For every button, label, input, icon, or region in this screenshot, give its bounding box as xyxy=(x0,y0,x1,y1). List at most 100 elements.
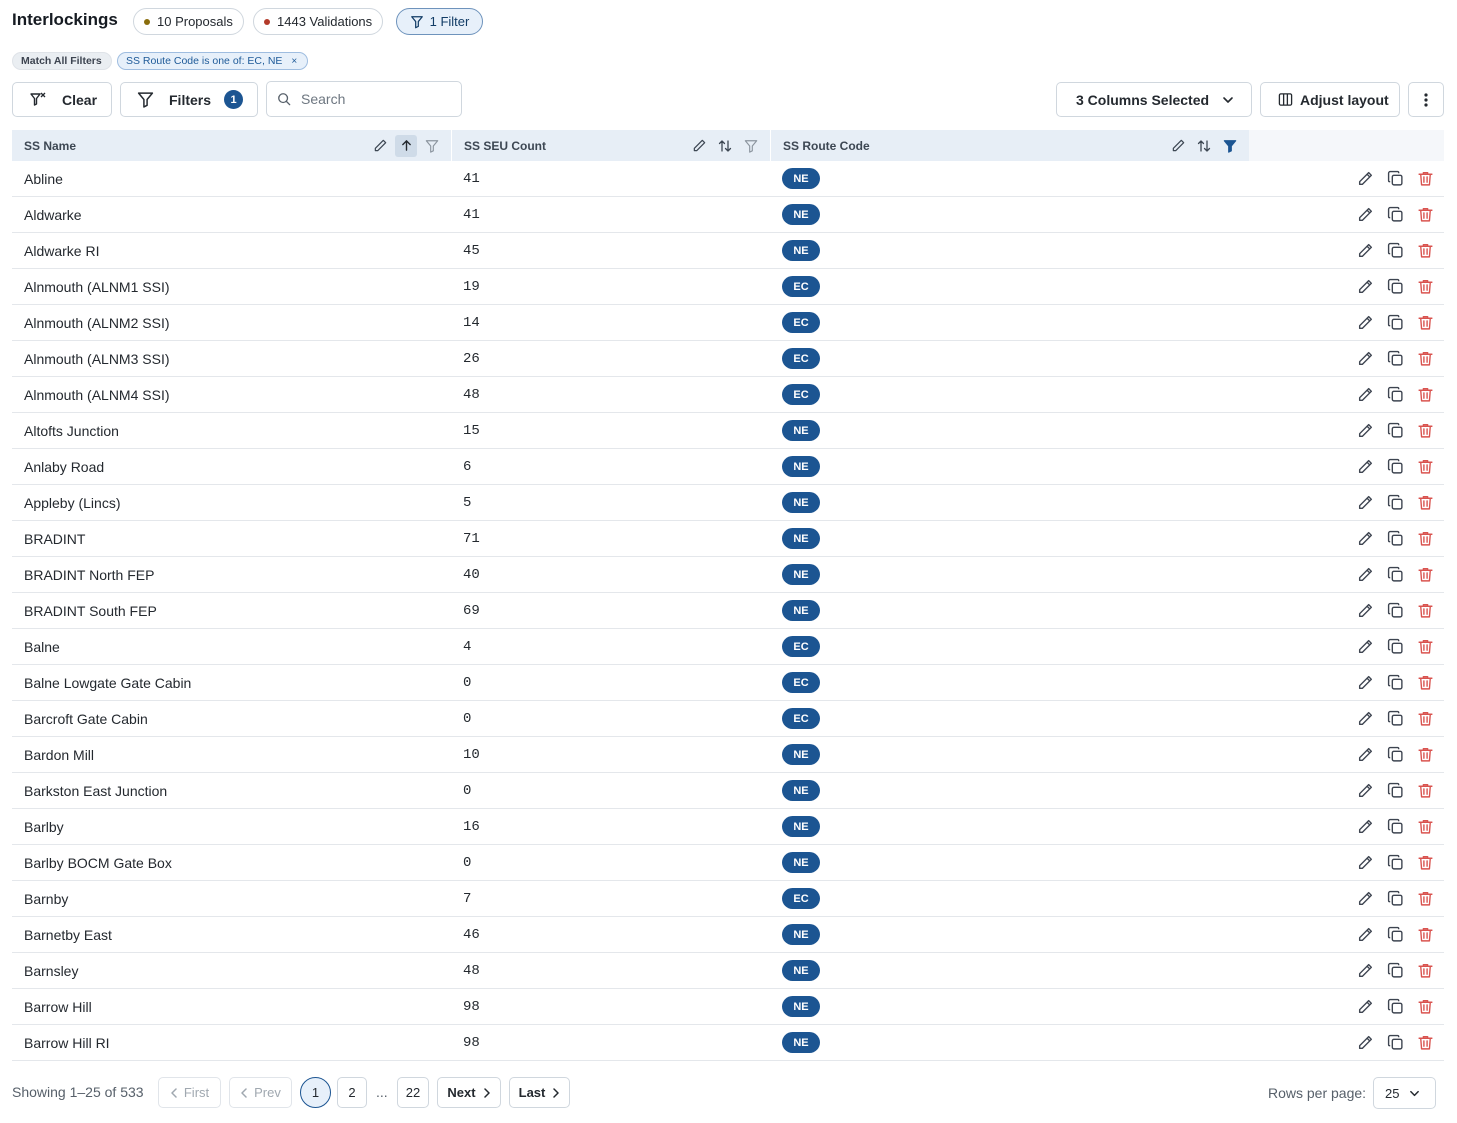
validations-chip[interactable]: 1443 Validations xyxy=(253,8,384,35)
column-header-ss-seu-count[interactable]: SS SEU Count xyxy=(452,130,770,161)
duplicate-row-icon[interactable] xyxy=(1386,350,1404,368)
clear-button[interactable]: Clear xyxy=(12,82,112,117)
duplicate-row-icon[interactable] xyxy=(1386,602,1404,620)
edit-row-icon[interactable] xyxy=(1356,962,1374,980)
table-row[interactable]: Barcroft Gate Cabin 0 EC xyxy=(12,701,1444,737)
delete-row-icon[interactable] xyxy=(1416,566,1434,584)
page-22-button[interactable]: 22 xyxy=(397,1077,429,1108)
table-row[interactable]: BRADINT North FEP 40 NE xyxy=(12,557,1444,593)
columns-select[interactable]: 3 Columns Selected xyxy=(1056,82,1252,117)
delete-row-icon[interactable] xyxy=(1416,602,1434,620)
delete-row-icon[interactable] xyxy=(1416,530,1434,548)
duplicate-row-icon[interactable] xyxy=(1386,854,1404,872)
rows-per-page-select[interactable]: 25 xyxy=(1373,1077,1436,1109)
sort-icon[interactable] xyxy=(714,135,736,157)
edit-row-icon[interactable] xyxy=(1356,926,1374,944)
next-page-button[interactable]: Next xyxy=(437,1077,501,1108)
table-row[interactable]: Appleby (Lincs) 5 NE xyxy=(12,485,1444,521)
match-all-filters-pill[interactable]: Match All Filters xyxy=(12,52,112,70)
table-row[interactable]: Alnmouth (ALNM4 SSI) 48 EC xyxy=(12,377,1444,413)
table-row[interactable]: Abline 41 NE xyxy=(12,161,1444,197)
duplicate-row-icon[interactable] xyxy=(1386,494,1404,512)
proposals-chip[interactable]: 10 Proposals xyxy=(133,8,244,35)
table-row[interactable]: Aldwarke 41 NE xyxy=(12,197,1444,233)
page-2-button[interactable]: 2 xyxy=(337,1077,367,1108)
duplicate-row-icon[interactable] xyxy=(1386,566,1404,584)
edit-row-icon[interactable] xyxy=(1356,170,1374,188)
column-filter-icon[interactable] xyxy=(421,135,443,157)
duplicate-row-icon[interactable] xyxy=(1386,1034,1404,1052)
edit-row-icon[interactable] xyxy=(1356,494,1374,512)
table-row[interactable]: Altofts Junction 15 NE xyxy=(12,413,1444,449)
table-row[interactable]: Anlaby Road 6 NE xyxy=(12,449,1444,485)
duplicate-row-icon[interactable] xyxy=(1386,818,1404,836)
edit-column-icon[interactable] xyxy=(369,135,391,157)
edit-row-icon[interactable] xyxy=(1356,1034,1374,1052)
duplicate-row-icon[interactable] xyxy=(1386,314,1404,332)
edit-row-icon[interactable] xyxy=(1356,530,1374,548)
table-row[interactable]: Balne Lowgate Gate Cabin 0 EC xyxy=(12,665,1444,701)
table-row[interactable]: Barnetby East 46 NE xyxy=(12,917,1444,953)
delete-row-icon[interactable] xyxy=(1416,890,1434,908)
edit-row-icon[interactable] xyxy=(1356,422,1374,440)
edit-row-icon[interactable] xyxy=(1356,782,1374,800)
duplicate-row-icon[interactable] xyxy=(1386,530,1404,548)
edit-row-icon[interactable] xyxy=(1356,314,1374,332)
edit-row-icon[interactable] xyxy=(1356,890,1374,908)
duplicate-row-icon[interactable] xyxy=(1386,746,1404,764)
duplicate-row-icon[interactable] xyxy=(1386,422,1404,440)
adjust-layout-button[interactable]: Adjust layout xyxy=(1260,82,1400,117)
table-row[interactable]: Alnmouth (ALNM3 SSI) 26 EC xyxy=(12,341,1444,377)
delete-row-icon[interactable] xyxy=(1416,638,1434,656)
table-row[interactable]: Alnmouth (ALNM2 SSI) 14 EC xyxy=(12,305,1444,341)
edit-row-icon[interactable] xyxy=(1356,746,1374,764)
table-row[interactable]: BRADINT 71 NE xyxy=(12,521,1444,557)
delete-row-icon[interactable] xyxy=(1416,710,1434,728)
table-row[interactable]: Barrow Hill 98 NE xyxy=(12,989,1444,1025)
table-row[interactable]: Bardon Mill 10 NE xyxy=(12,737,1444,773)
delete-row-icon[interactable] xyxy=(1416,206,1434,224)
duplicate-row-icon[interactable] xyxy=(1386,458,1404,476)
duplicate-row-icon[interactable] xyxy=(1386,386,1404,404)
duplicate-row-icon[interactable] xyxy=(1386,170,1404,188)
duplicate-row-icon[interactable] xyxy=(1386,674,1404,692)
table-row[interactable]: Alnmouth (ALNM1 SSI) 19 EC xyxy=(12,269,1444,305)
table-row[interactable]: Aldwarke RI 45 NE xyxy=(12,233,1444,269)
edit-row-icon[interactable] xyxy=(1356,710,1374,728)
delete-row-icon[interactable] xyxy=(1416,674,1434,692)
delete-row-icon[interactable] xyxy=(1416,782,1434,800)
table-row[interactable]: Balne 4 EC xyxy=(12,629,1444,665)
delete-row-icon[interactable] xyxy=(1416,1034,1434,1052)
edit-row-icon[interactable] xyxy=(1356,854,1374,872)
delete-row-icon[interactable] xyxy=(1416,350,1434,368)
delete-row-icon[interactable] xyxy=(1416,278,1434,296)
first-page-button[interactable]: First xyxy=(158,1077,221,1108)
delete-row-icon[interactable] xyxy=(1416,998,1434,1016)
more-options-button[interactable] xyxy=(1408,82,1444,117)
duplicate-row-icon[interactable] xyxy=(1386,278,1404,296)
duplicate-row-icon[interactable] xyxy=(1386,710,1404,728)
edit-row-icon[interactable] xyxy=(1356,386,1374,404)
search-input[interactable] xyxy=(299,90,453,108)
last-page-button[interactable]: Last xyxy=(509,1077,570,1108)
column-header-ss-route-code[interactable]: SS Route Code xyxy=(771,130,1249,161)
remove-filter-icon[interactable]: × xyxy=(291,56,297,67)
sort-ascending-icon[interactable] xyxy=(395,134,417,157)
delete-row-icon[interactable] xyxy=(1416,818,1434,836)
duplicate-row-icon[interactable] xyxy=(1386,962,1404,980)
delete-row-icon[interactable] xyxy=(1416,494,1434,512)
delete-row-icon[interactable] xyxy=(1416,422,1434,440)
prev-page-button[interactable]: Prev xyxy=(229,1077,292,1108)
duplicate-row-icon[interactable] xyxy=(1386,890,1404,908)
table-row[interactable]: Barnby 7 EC xyxy=(12,881,1444,917)
edit-row-icon[interactable] xyxy=(1356,350,1374,368)
delete-row-icon[interactable] xyxy=(1416,746,1434,764)
duplicate-row-icon[interactable] xyxy=(1386,998,1404,1016)
delete-row-icon[interactable] xyxy=(1416,962,1434,980)
filter-count-chip[interactable]: 1 Filter xyxy=(396,8,483,35)
edit-column-icon[interactable] xyxy=(1167,135,1189,157)
table-row[interactable]: BRADINT South FEP 69 NE xyxy=(12,593,1444,629)
table-row[interactable]: Barlby BOCM Gate Box 0 NE xyxy=(12,845,1444,881)
delete-row-icon[interactable] xyxy=(1416,170,1434,188)
edit-row-icon[interactable] xyxy=(1356,602,1374,620)
